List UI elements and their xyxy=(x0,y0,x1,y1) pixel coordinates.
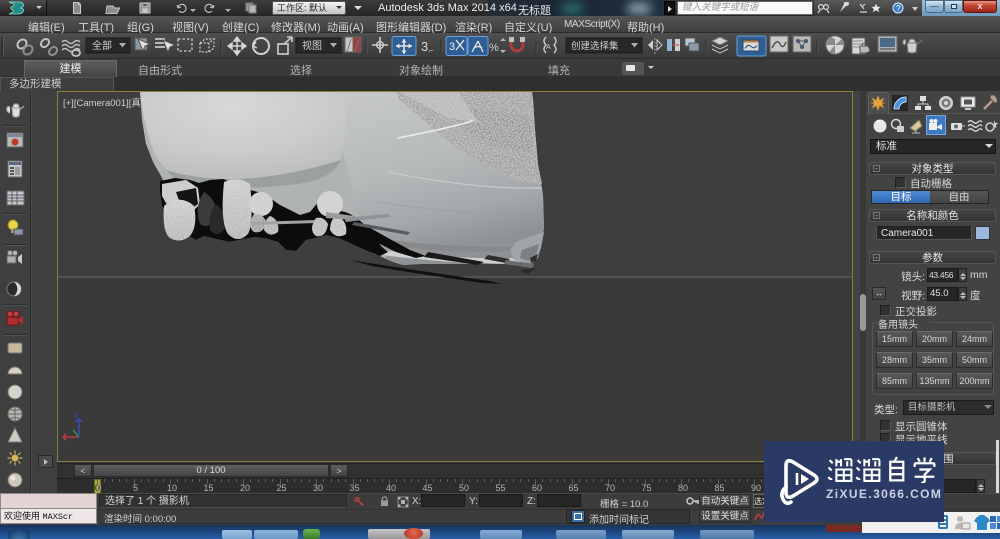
svg-text:创建选择集: 创建选择集 xyxy=(571,40,619,52)
svg-text:全部: 全部 xyxy=(92,39,112,52)
svg-text:%: % xyxy=(489,42,499,54)
svg-text:?: ? xyxy=(896,4,901,13)
svg-text:视图: 视图 xyxy=(302,39,322,52)
svg-text:⌐: ⌐ xyxy=(429,46,434,55)
svg-text:z: z xyxy=(74,411,78,420)
svg-text:A: A xyxy=(546,44,551,51)
svg-text:3: 3 xyxy=(449,41,455,53)
svg-text:3: 3 xyxy=(421,39,428,54)
